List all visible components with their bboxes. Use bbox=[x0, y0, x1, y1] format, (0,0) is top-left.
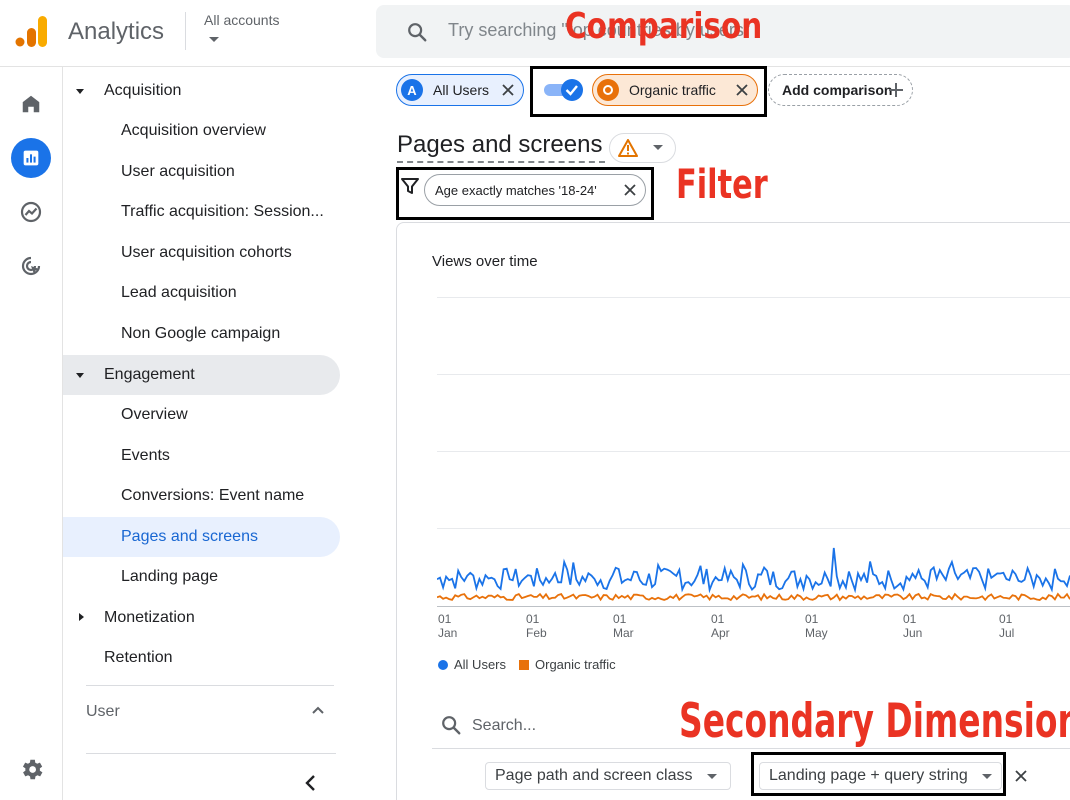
x-tick-label: 01 Jan bbox=[438, 612, 458, 640]
chevron-down-icon bbox=[707, 774, 717, 779]
nav-section-acquisition[interactable]: Acquisition bbox=[63, 71, 340, 111]
nav-item-lead-acquisition[interactable]: Lead acquisition bbox=[63, 273, 340, 313]
series-organic-traffic bbox=[437, 592, 1070, 602]
comparison-label: All Users bbox=[433, 82, 490, 98]
account-selector[interactable]: All accounts bbox=[204, 12, 279, 28]
nav-section-label: Retention bbox=[104, 649, 173, 666]
nav-item-label: Acquisition overview bbox=[121, 122, 266, 139]
comparison-highlight-box bbox=[530, 66, 767, 117]
expand-triangle-icon bbox=[76, 89, 84, 94]
navigation-rail bbox=[0, 67, 63, 800]
nav-item-events[interactable]: Events bbox=[63, 436, 340, 476]
analytics-logo[interactable] bbox=[14, 14, 50, 50]
expand-triangle-icon bbox=[76, 373, 84, 378]
add-comparison-label: Add comparison bbox=[782, 82, 893, 98]
search-icon bbox=[408, 23, 427, 42]
legend-item-all-users[interactable]: All Users bbox=[438, 657, 506, 672]
legend-label: Organic traffic bbox=[535, 657, 616, 672]
annotation-comparison: Comparison bbox=[565, 6, 763, 47]
x-tick-label: 01 May bbox=[805, 612, 828, 640]
x-tick-label: 01 Jul bbox=[999, 612, 1015, 640]
nav-section-retention[interactable]: Retention bbox=[63, 638, 340, 678]
x-tick-label: 01 Feb bbox=[526, 612, 547, 640]
nav-item-label: Events bbox=[121, 447, 170, 464]
nav-section-engagement[interactable]: Engagement bbox=[63, 355, 340, 395]
nav-item-label: User acquisition cohorts bbox=[121, 244, 292, 261]
nav-section-label: Engagement bbox=[104, 366, 195, 383]
nav-item-traffic-acquisition[interactable]: Traffic acquisition: Session... bbox=[63, 192, 340, 232]
nav-item-user-acquisition[interactable]: User acquisition bbox=[63, 152, 340, 192]
primary-dimension-dropdown[interactable]: Page path and screen class bbox=[485, 762, 731, 790]
legend-label: All Users bbox=[454, 657, 507, 672]
views-over-time-chart bbox=[437, 547, 1070, 602]
dimension-label: Page path and screen class bbox=[495, 767, 693, 784]
nav-item-label: Non Google campaign bbox=[121, 325, 281, 342]
nav-item-landing-page[interactable]: Landing page bbox=[63, 557, 340, 597]
nav-item-overview[interactable]: Overview bbox=[63, 395, 340, 435]
gridline bbox=[437, 528, 1070, 529]
advertising-icon[interactable] bbox=[11, 246, 51, 286]
comparison-chip-all-users[interactable]: A All Users bbox=[396, 74, 524, 106]
table-search-input[interactable]: Search... bbox=[472, 717, 536, 735]
segment-badge: A bbox=[401, 79, 423, 101]
nav-item-label: Conversions: Event name bbox=[121, 487, 305, 504]
x-tick-label: 01 Mar bbox=[613, 612, 634, 640]
gridline bbox=[437, 374, 1070, 375]
nav-item-acquisition-overview[interactable]: Acquisition overview bbox=[63, 111, 340, 151]
nav-collection-user[interactable]: User bbox=[86, 703, 120, 721]
top-bar: Analytics All accounts Try searching "to… bbox=[0, 0, 1070, 67]
chevron-up-icon[interactable] bbox=[311, 703, 325, 717]
legend-swatch bbox=[438, 659, 448, 670]
close-icon[interactable] bbox=[502, 84, 514, 96]
nav-item-label: Traffic acquisition: Session... bbox=[121, 203, 324, 220]
nav-section-label: Monetization bbox=[104, 609, 195, 626]
explore-icon[interactable] bbox=[11, 192, 51, 232]
nav-item-label: Pages and screens bbox=[121, 528, 258, 545]
settings-gear-icon[interactable] bbox=[18, 756, 45, 783]
filter-highlight-box bbox=[396, 167, 654, 220]
nav-item-user-acquisition-cohorts[interactable]: User acquisition cohorts bbox=[63, 233, 340, 273]
nav-item-label: Landing page bbox=[121, 568, 218, 585]
remove-secondary-dimension-icon[interactable] bbox=[1015, 770, 1027, 782]
reports-icon[interactable] bbox=[11, 138, 51, 178]
home-icon[interactable] bbox=[11, 84, 51, 124]
nav-section-monetization[interactable]: Monetization bbox=[63, 598, 340, 638]
search-icon bbox=[442, 716, 461, 735]
annotation-filter: Filter bbox=[676, 162, 768, 208]
nav-item-conversions[interactable]: Conversions: Event name bbox=[63, 476, 340, 516]
nav-section-label: Acquisition bbox=[104, 82, 182, 99]
divider bbox=[185, 12, 186, 50]
series-all-users bbox=[437, 547, 1070, 594]
nav-item-label: Overview bbox=[121, 406, 188, 423]
chevron-down-icon bbox=[653, 145, 663, 150]
legend-swatch bbox=[519, 659, 529, 670]
plus-icon bbox=[889, 83, 903, 97]
secondary-dimension-highlight-box bbox=[751, 752, 1006, 796]
nav-item-pages-and-screens[interactable]: Pages and screens bbox=[63, 517, 340, 557]
divider bbox=[86, 685, 334, 686]
data-quality-dropdown[interactable] bbox=[609, 133, 676, 163]
gridline bbox=[437, 297, 1070, 298]
chevron-down-icon[interactable] bbox=[209, 37, 219, 42]
divider bbox=[86, 753, 336, 754]
nav-item-label: Lead acquisition bbox=[121, 284, 237, 301]
collapsed-triangle-icon bbox=[79, 613, 84, 621]
app-title: Analytics bbox=[68, 18, 165, 45]
legend-item-organic-traffic[interactable]: Organic traffic bbox=[519, 657, 616, 672]
x-tick-label: 01 Jun bbox=[903, 612, 923, 640]
line-organic-traffic bbox=[437, 592, 1070, 602]
chevron-left-icon[interactable] bbox=[301, 773, 321, 793]
nav-item-label: User acquisition bbox=[121, 163, 235, 180]
title-underline bbox=[397, 161, 605, 163]
warning-icon bbox=[618, 139, 638, 157]
reports-nav: Acquisition Acquisition overview User ac… bbox=[63, 67, 363, 800]
gridline bbox=[437, 451, 1070, 452]
annotation-secondary-dimension: Secondary Dimension bbox=[679, 694, 1070, 749]
nav-item-non-google-campaign[interactable]: Non Google campaign bbox=[63, 314, 340, 354]
x-tick-label: 01 Apr bbox=[711, 612, 730, 640]
chart-title: Views over time bbox=[432, 253, 538, 270]
page-title: Pages and screens bbox=[397, 131, 603, 158]
line-all-users bbox=[437, 547, 1070, 594]
add-comparison-button[interactable]: Add comparison bbox=[768, 74, 913, 106]
